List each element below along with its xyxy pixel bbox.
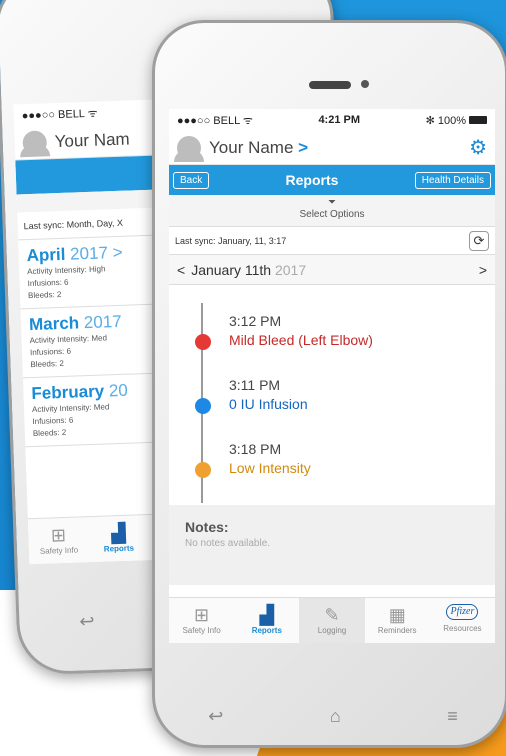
month-name: February — [31, 381, 105, 404]
event-time: 3:18 PM — [229, 441, 282, 457]
tab-label: Reminders — [377, 626, 417, 635]
clock: 4:21 PM — [318, 114, 361, 126]
event-description: Mild Bleed (Left Elbow) — [229, 332, 373, 348]
month-year: 2017 > — [69, 242, 123, 264]
sync-text: Last sync: January, 11, 3:17 — [175, 235, 287, 246]
carrier-label: ●●●○○ BELL ᯤ — [21, 107, 98, 122]
carrier-label: ●●●○○ BELL ᯤ — [177, 114, 253, 127]
front-phone: ●●●○○ BELL ᯤ 4:21 PM ✻ 100% Your Name > … — [152, 20, 506, 748]
month-year: 20 — [108, 380, 129, 401]
tab-label: Reports — [251, 626, 282, 635]
back-button[interactable]: Back — [173, 171, 210, 189]
tab-logging[interactable]: ✎ Logging — [299, 598, 365, 643]
event-description: Low Intensity — [229, 460, 311, 476]
battery-indicator: ✻ 100% — [425, 114, 466, 127]
event-timeline: 3:12 PM Mild Bleed (Left Elbow) 3:11 PM … — [169, 285, 495, 505]
notes-section: Notes: No notes available. — [169, 505, 495, 585]
tab-label: Safety Info — [39, 545, 79, 556]
tab-bar: ⊞ Safety Info ▟ Reports ✎ Logging ▦ Reminder… — [169, 597, 495, 643]
next-date-button[interactable]: > — [479, 262, 487, 278]
refresh-icon[interactable]: ⟳ — [469, 230, 489, 251]
tab-label: Safety Info — [182, 626, 221, 635]
tab-safety-info[interactable]: ⊞ Safety Info — [28, 517, 90, 564]
event-dot — [195, 462, 211, 478]
page-title: Reports — [285, 172, 339, 188]
chevron-down-icon: ⏷ — [328, 197, 336, 208]
user-name-label: Your Name — [209, 137, 294, 157]
tab-reports[interactable]: ▟ Reports — [88, 515, 150, 562]
month-name: April — [26, 244, 66, 266]
front-phone-screen: ●●●○○ BELL ᯤ 4:21 PM ✻ 100% Your Name > … — [169, 109, 495, 643]
event-time: 3:11 PM — [229, 377, 281, 393]
health-details-button[interactable]: Health Details — [414, 171, 491, 189]
hardware-buttons: ↩ ⌂ ≡ — [155, 706, 506, 727]
pencil-icon: ✎ — [324, 605, 340, 625]
user-bar[interactable]: Your Name > ⚙ — [169, 131, 495, 165]
date-navigator: < January 11th 2017 > — [169, 255, 495, 285]
back-button-icon[interactable]: ↩ — [208, 706, 223, 727]
notes-body: No notes available. — [185, 538, 271, 549]
timeline-event[interactable]: 3:18 PM Low Intensity — [195, 441, 495, 505]
back-button-icon: ↩ — [79, 610, 95, 632]
menu-icon[interactable]: ≡ — [447, 706, 458, 727]
date-year: 2017 — [274, 261, 307, 278]
date-day: January 11th — [191, 261, 272, 278]
status-bar: ●●●○○ BELL ᯤ 4:21 PM ✻ 100% — [169, 109, 495, 131]
home-icon[interactable]: ⌂ — [330, 706, 341, 727]
timeline-event[interactable]: 3:12 PM Mild Bleed (Left Elbow) — [195, 313, 495, 377]
tab-label: Logging — [317, 626, 347, 635]
pfizer-logo: Pfizer — [446, 604, 479, 620]
timeline-event[interactable]: 3:11 PM 0 IU Infusion — [195, 377, 495, 441]
avatar — [174, 135, 204, 162]
front-camera — [361, 80, 369, 88]
prev-date-button[interactable]: < — [177, 262, 185, 278]
bar-chart-icon: ▟ — [259, 605, 274, 625]
tab-label: Resources — [443, 624, 482, 633]
notes-title: Notes: — [185, 519, 229, 535]
month-year: 2017 — [83, 311, 122, 333]
bar-chart-icon: ▟ — [111, 522, 126, 544]
gear-icon[interactable]: ⚙ — [469, 135, 487, 160]
month-name: March — [28, 313, 80, 335]
event-dot — [195, 398, 211, 414]
select-options-toggle[interactable]: ⏷ Select Options — [169, 195, 495, 227]
tab-reports[interactable]: ▟ Reports — [234, 598, 299, 643]
tab-label: Reports — [103, 543, 135, 554]
event-description: 0 IU Infusion — [229, 396, 308, 412]
date-label: January 11th 2017 — [191, 262, 479, 278]
plus-box-icon: ⊞ — [194, 605, 210, 625]
event-time: 3:12 PM — [229, 313, 282, 329]
nav-bar: Back Reports Health Details — [169, 165, 495, 195]
select-options-label: Select Options — [299, 209, 365, 220]
battery-icon — [469, 116, 487, 124]
chevron-right-icon: > — [298, 137, 309, 157]
sync-row: Last sync: January, 11, 3:17 ⟳ — [169, 227, 495, 255]
tab-reminders[interactable]: ▦ Reminders — [365, 598, 430, 643]
user-name: Your Name > — [209, 138, 469, 158]
speaker-grille — [309, 81, 351, 89]
calendar-icon: ▦ — [388, 605, 406, 625]
avatar — [22, 129, 48, 155]
tab-safety-info[interactable]: ⊞ Safety Info — [169, 598, 234, 643]
tab-resources[interactable]: Pfizer Resources — [430, 598, 495, 643]
event-dot — [195, 334, 211, 350]
plus-box-icon: ⊞ — [50, 524, 67, 546]
